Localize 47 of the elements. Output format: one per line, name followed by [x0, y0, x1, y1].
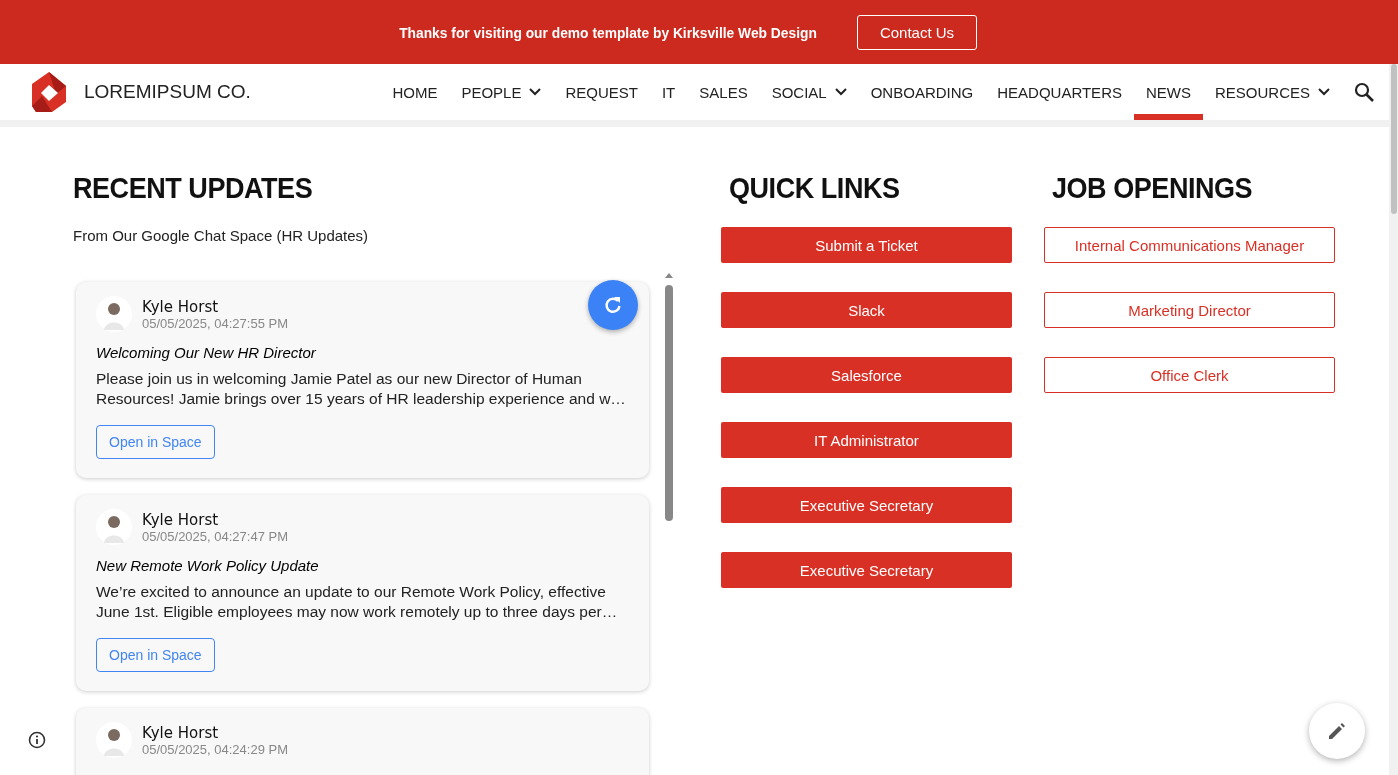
quick-link-button[interactable]: Executive Secretary: [721, 487, 1012, 523]
logo-icon: [32, 72, 66, 112]
nav-link[interactable]: IT: [649, 64, 688, 120]
edit-button[interactable]: [1309, 703, 1365, 759]
job-opening-button[interactable]: Marketing Director: [1044, 292, 1335, 328]
quick-link-button[interactable]: Submit a Ticket: [721, 227, 1012, 263]
pencil-icon: [1327, 721, 1347, 741]
author-name: Kyle Horst: [142, 723, 220, 742]
refresh-icon: [603, 295, 623, 315]
post-time: 05/05/2025, 04:27:47 PM: [142, 528, 288, 544]
post-title: New Remote Work Policy Update: [96, 557, 320, 574]
quick-link-button[interactable]: Salesforce: [721, 357, 1012, 393]
author-name: Kyle Horst: [142, 510, 220, 529]
section-subtitle: From Our Google Chat Space (HR Updates): [73, 227, 370, 244]
nav-link[interactable]: HOME: [380, 64, 450, 120]
page-scrollbar[interactable]: [1389, 64, 1398, 775]
quick-link-button[interactable]: Executive Secretary: [721, 552, 1012, 588]
nav-link[interactable]: PEOPLE: [449, 64, 554, 120]
contact-us-button[interactable]: Contact Us: [856, 14, 978, 50]
job-opening-button[interactable]: Internal Communications Manager: [1044, 227, 1335, 263]
search-icon[interactable]: [1354, 82, 1374, 102]
open-in-space-button[interactable]: Open in Space: [96, 638, 215, 672]
section-heading: JOB OPENINGS: [1052, 171, 1254, 205]
avatar-icon: [96, 722, 132, 758]
brand-name: LOREMIPSUM CO.: [84, 81, 251, 103]
nav-link[interactable]: REQUEST: [553, 64, 650, 120]
open-in-space-button[interactable]: Open in Space: [96, 425, 215, 459]
nav-link[interactable]: SOCIAL: [759, 64, 859, 120]
author-name: Kyle Horst: [142, 297, 220, 316]
info-icon[interactable]: [28, 731, 46, 749]
post-body: Please join us in welcoming Jamie Patel as our new Director of Human Resources! Jamie brings over 15 years of HR leadership experience and w…: [96, 369, 627, 409]
avatar-icon: [96, 509, 132, 545]
avatar-icon: [96, 296, 132, 332]
post-body: We’re excited to announce an update to our Remote Work Policy, effective June 1st. Eligible employees may now work remotely up to three days per…: [96, 582, 619, 622]
nav-link[interactable]: SALES: [687, 64, 760, 120]
section-heading: QUICK LINKS: [729, 171, 901, 205]
quick-link-button[interactable]: IT Administrator: [721, 422, 1012, 458]
post-time: 05/05/2025, 04:24:29 PM: [142, 741, 288, 757]
banner-text: Thanks for visiting our demo template by Kirksville Web Design: [399, 23, 817, 41]
post-title: Welcoming Our New HR Director: [96, 344, 317, 361]
nav-link[interactable]: ONBOARDING: [858, 64, 986, 120]
job-opening-button[interactable]: Office Clerk: [1044, 357, 1335, 393]
nav-link[interactable]: HEADQUARTERS: [985, 64, 1134, 120]
post-time: 05/05/2025, 04:27:55 PM: [142, 315, 288, 331]
quick-link-button[interactable]: Slack: [721, 292, 1012, 328]
section-heading: RECENT UPDATES: [73, 171, 314, 205]
nav-link[interactable]: RESOURCES: [1202, 64, 1342, 120]
